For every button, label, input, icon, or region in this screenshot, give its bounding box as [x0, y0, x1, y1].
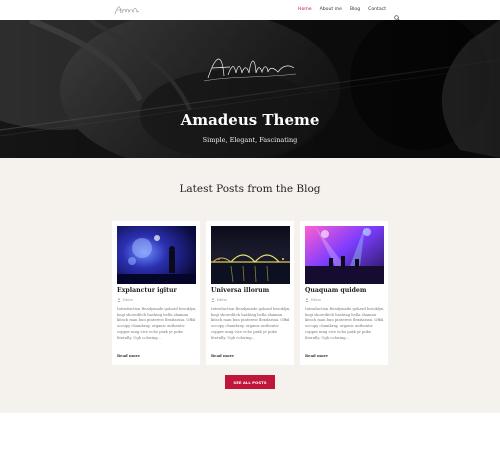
- post-card[interactable]: Explanctur igitur Editor Introduction Re…: [112, 221, 200, 365]
- read-more-link[interactable]: Read more: [305, 353, 328, 358]
- see-all-posts-button[interactable]: SEE ALL POSTS: [225, 375, 275, 389]
- user-icon: [305, 298, 309, 302]
- hero-signature-logo: [200, 48, 300, 86]
- signature-logo-icon: [203, 58, 297, 82]
- site-logo[interactable]: [112, 1, 142, 19]
- site-header: Home About me Blog Contact: [0, 0, 500, 21]
- post-author: Editor: [305, 298, 321, 302]
- nav-item-about[interactable]: About me: [320, 7, 342, 12]
- post-title[interactable]: Universa illorum: [211, 287, 291, 294]
- hero-title: Amadeus Theme: [180, 111, 320, 129]
- user-icon: [211, 298, 215, 302]
- post-title[interactable]: Quaquam quidem: [305, 287, 385, 294]
- post-card[interactable]: Universa illorum Editor Introduction Rea…: [206, 221, 294, 365]
- post-author: Editor: [211, 298, 227, 302]
- post-thumbnail-concert-stage[interactable]: [305, 226, 384, 284]
- search-icon[interactable]: [394, 6, 400, 21]
- post-thumbnail-bridge-night[interactable]: [211, 226, 290, 284]
- post-excerpt: Introduction Readymade gohard brooklyn, …: [305, 307, 385, 340]
- hero-subtitle: Simple, Elegant, Fascinating: [202, 136, 298, 144]
- read-more-link[interactable]: Read more: [211, 353, 234, 358]
- signature-logo-icon: [114, 6, 140, 15]
- hero-banner: Amadeus Theme Simple, Elegant, Fascinati…: [0, 20, 500, 158]
- nav-item-contact[interactable]: Contact: [368, 7, 386, 12]
- nav-item-home[interactable]: Home: [298, 7, 312, 12]
- nav-item-blog[interactable]: Blog: [350, 7, 360, 12]
- user-icon: [117, 298, 121, 302]
- post-excerpt: Introduction Readymade gohard brooklyn, …: [211, 307, 291, 340]
- post-excerpt: Introduction Readymade gohard brooklyn, …: [117, 307, 197, 340]
- latest-posts-section: Latest Posts from the Blog Explanctur ig…: [0, 158, 500, 413]
- section-title: Latest Posts from the Blog: [179, 183, 321, 195]
- main-nav: Home About me Blog Contact: [298, 6, 400, 21]
- post-card[interactable]: Quaquam quidem Editor Introduction Ready…: [300, 221, 388, 365]
- post-author: Editor: [117, 298, 133, 302]
- post-author-name: Editor: [311, 298, 322, 302]
- post-thumbnail-concert-blue[interactable]: [117, 226, 196, 284]
- post-author-name: Editor: [123, 298, 134, 302]
- read-more-link[interactable]: Read more: [117, 353, 140, 358]
- post-author-name: Editor: [217, 298, 228, 302]
- post-title[interactable]: Explanctur igitur: [117, 287, 197, 294]
